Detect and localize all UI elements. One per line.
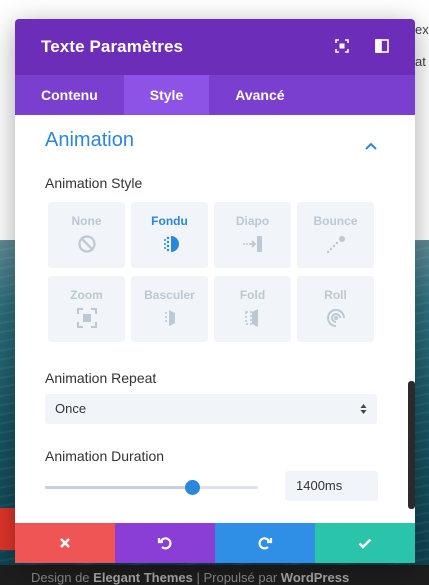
option-label: Basculer: [144, 288, 195, 302]
animation-repeat-select[interactable]: Once: [45, 394, 377, 424]
redo-button[interactable]: [215, 523, 315, 563]
undo-icon: [157, 537, 172, 550]
slider-handle[interactable]: [184, 480, 200, 495]
check-icon: [358, 538, 372, 549]
background-text: at: [415, 54, 426, 69]
footer-brand-link[interactable]: Elegant Themes: [93, 570, 193, 585]
modal-tabs: Contenu Style Avancé: [15, 75, 415, 115]
tab-avance[interactable]: Avancé: [209, 75, 310, 115]
animation-option-roll[interactable]: Roll: [297, 276, 374, 342]
section-title: Animation: [45, 129, 134, 151]
slider-fill: [45, 486, 192, 489]
zoom-icon: [76, 308, 97, 328]
tab-style[interactable]: Style: [123, 75, 210, 115]
modal-scrollbar[interactable]: [408, 381, 415, 509]
discard-button[interactable]: [15, 523, 115, 563]
animation-duration-input[interactable]: 1400ms: [285, 471, 378, 501]
animation-option-basculer[interactable]: Basculer: [131, 276, 208, 342]
modal-title: Texte Paramètres: [41, 37, 184, 56]
roll-icon: [326, 309, 345, 327]
sidebar-toggle-icon[interactable]: [375, 39, 389, 53]
page-footer: Design de Elegant Themes | Propulsé par …: [0, 565, 429, 585]
chevron-up-icon[interactable]: [365, 137, 377, 150]
footer-prefix: Design de: [31, 570, 94, 585]
animation-section-header[interactable]: Animation: [45, 129, 385, 159]
footer-separator: | Propulsé par: [192, 570, 281, 585]
animation-option-diapo[interactable]: Diapo: [214, 202, 291, 268]
settings-modal: Texte Paramètres Contenu Style Avancé An…: [15, 19, 415, 563]
animation-duration-slider[interactable]: [45, 480, 258, 495]
save-button[interactable]: [315, 523, 415, 563]
tab-contenu[interactable]: Contenu: [15, 75, 124, 115]
ban-icon: [77, 235, 96, 253]
animation-option-none[interactable]: None: [48, 202, 125, 268]
background-text: ex: [415, 22, 429, 37]
fullscreen-icon[interactable]: [335, 39, 349, 53]
redo-icon: [258, 537, 273, 550]
close-icon: [60, 538, 70, 548]
animation-option-bounce[interactable]: Bounce: [297, 202, 374, 268]
option-label: Roll: [324, 288, 347, 302]
animation-duration-label: Animation Duration: [45, 448, 165, 464]
animation-repeat-label: Animation Repeat: [45, 370, 157, 386]
bounce-icon: [326, 236, 345, 254]
option-label: Fondu: [151, 214, 188, 228]
fold-icon: [244, 309, 258, 327]
animation-option-fondu[interactable]: Fondu: [131, 202, 208, 268]
fade-icon: [163, 236, 179, 252]
select-value: Once: [55, 401, 87, 416]
option-label: None: [71, 214, 102, 228]
background-red-element: [0, 508, 16, 550]
modal-content: Animation Animation Style None Fondu Dia…: [15, 115, 415, 523]
animation-style-label: Animation Style: [45, 175, 143, 191]
animation-option-zoom[interactable]: Zoom: [48, 276, 125, 342]
modal-header: Texte Paramètres: [15, 19, 415, 75]
option-label: Fold: [239, 288, 266, 302]
option-label: Diapo: [235, 214, 270, 228]
select-arrows-icon: [360, 404, 367, 414]
undo-button[interactable]: [115, 523, 215, 563]
animation-option-fold[interactable]: Fold: [214, 276, 291, 342]
modal-action-bar: [15, 523, 415, 563]
option-label: Zoom: [70, 288, 103, 302]
option-label: Bounce: [313, 214, 358, 228]
flip-icon: [164, 310, 175, 326]
slide-icon: [242, 236, 262, 252]
footer-platform-link[interactable]: WordPress: [281, 570, 349, 585]
